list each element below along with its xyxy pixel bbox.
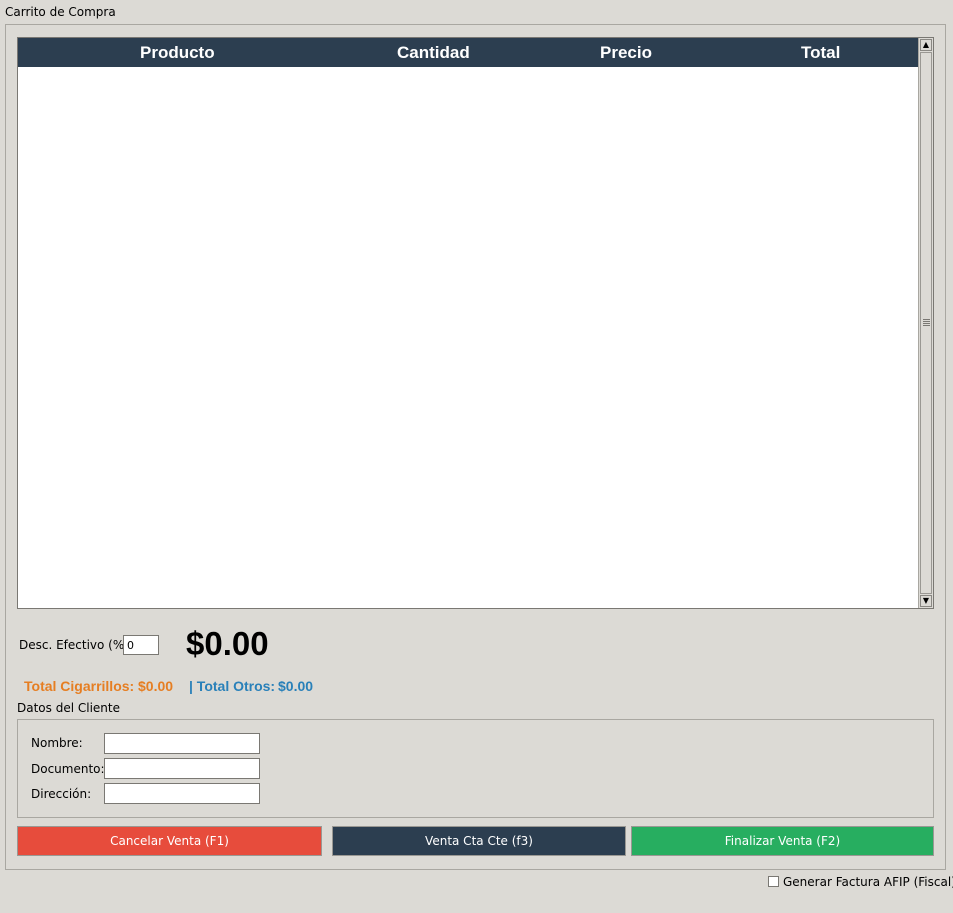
- client-group-title: Datos del Cliente: [17, 701, 120, 715]
- cancel-sale-button[interactable]: Cancelar Venta (F1): [17, 826, 322, 856]
- grip-line: [923, 323, 930, 324]
- finish-sale-button[interactable]: Finalizar Venta (F2): [631, 826, 934, 856]
- nombre-label: Nombre:: [31, 736, 83, 750]
- grip-line: [923, 319, 930, 320]
- cigarrillos-total-label: Total Cigarrillos:: [24, 678, 135, 694]
- cart-table-header: Producto Cantidad Precio Total: [18, 38, 918, 67]
- column-header-total[interactable]: Total: [801, 43, 840, 63]
- account-sale-button[interactable]: Venta Cta Cte (f3): [332, 826, 626, 856]
- cigarrillos-total-value: $0.00: [138, 678, 174, 694]
- scrollbar-thumb[interactable]: [920, 52, 932, 594]
- documento-field[interactable]: [104, 758, 260, 779]
- column-header-producto[interactable]: Producto: [140, 43, 215, 63]
- cancel-sale-label: Cancelar Venta (F1): [110, 834, 229, 848]
- column-header-cantidad[interactable]: Cantidad: [397, 43, 470, 63]
- documento-label: Documento:: [31, 762, 105, 776]
- cart-vertical-scrollbar[interactable]: ▲ ▼: [918, 38, 933, 608]
- afip-invoice-label[interactable]: Generar Factura AFIP (Fiscal): [783, 875, 953, 889]
- afip-invoice-checkbox[interactable]: [768, 876, 779, 887]
- direccion-field[interactable]: [104, 783, 260, 804]
- cart-table[interactable]: Producto Cantidad Precio Total ▲ ▼: [17, 37, 934, 609]
- discount-label: Desc. Efectivo (%):: [19, 638, 133, 652]
- otros-total-value: $0.00: [278, 678, 314, 694]
- account-sale-label: Venta Cta Cte (f3): [425, 834, 533, 848]
- discount-input[interactable]: [123, 635, 159, 655]
- grip-line: [923, 325, 930, 326]
- otros-total-label: | Total Otros:: [189, 678, 276, 694]
- direccion-label: Dirección:: [31, 787, 92, 801]
- grip-line: [923, 321, 930, 322]
- scroll-down-arrow-icon[interactable]: ▼: [920, 595, 932, 607]
- nombre-field[interactable]: [104, 733, 260, 754]
- finish-sale-label: Finalizar Venta (F2): [724, 834, 841, 848]
- grand-total: $0.00: [186, 625, 269, 662]
- scroll-up-arrow-icon[interactable]: ▲: [920, 39, 932, 51]
- column-header-precio[interactable]: Precio: [600, 43, 652, 63]
- cart-group-title: Carrito de Compra: [5, 5, 116, 19]
